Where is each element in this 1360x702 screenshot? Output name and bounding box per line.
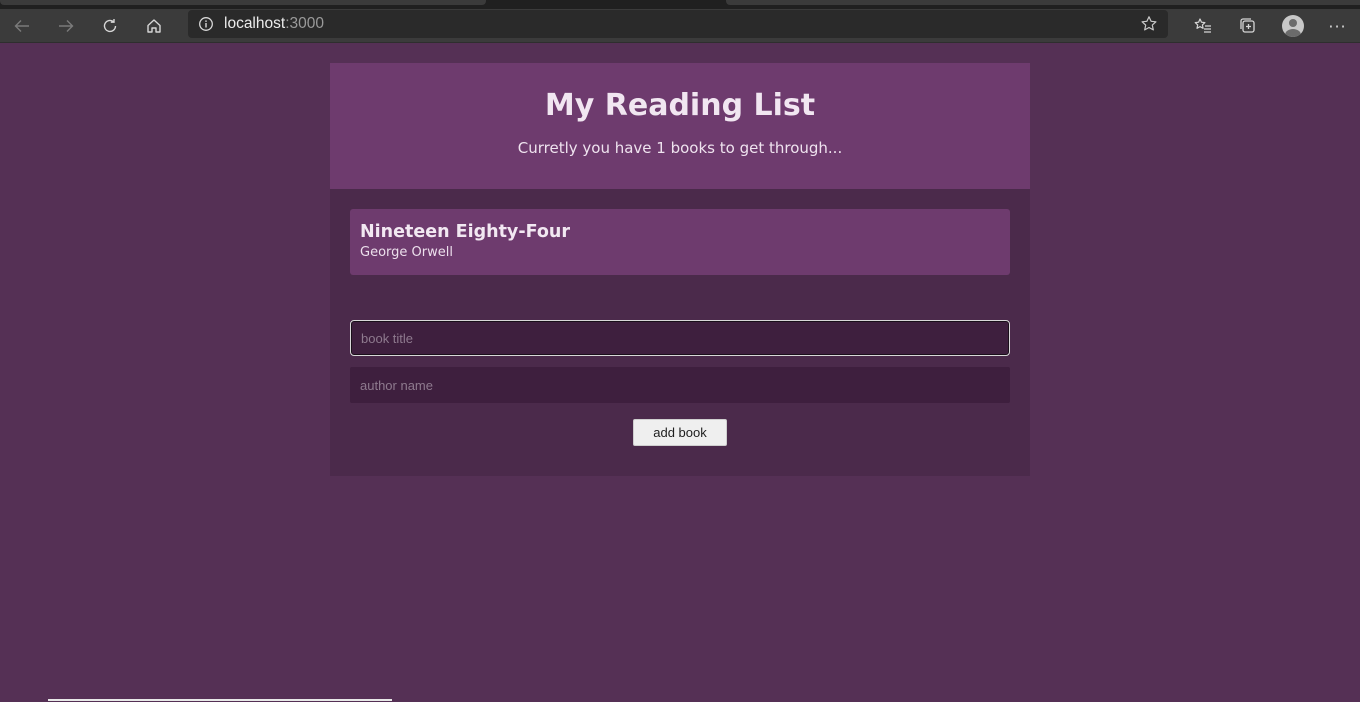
tab-left[interactable] — [0, 0, 486, 5]
book-list-item[interactable]: Nineteen Eighty-Four George Orwell — [350, 209, 1010, 275]
back-button[interactable] — [0, 9, 44, 43]
add-book-form: add book — [350, 320, 1010, 446]
collections-button[interactable] — [1225, 9, 1270, 43]
book-list-content: Nineteen Eighty-Four George Orwell add b… — [330, 189, 1030, 476]
page: My Reading List Curretly you have 1 book… — [0, 43, 1360, 701]
bottom-scroll-indicator — [48, 699, 392, 701]
book-title-input[interactable] — [350, 320, 1010, 356]
forward-arrow-icon — [59, 19, 74, 32]
browser-toolbar: localhost:3000 ··· — [0, 9, 1360, 43]
profile-button[interactable] — [1270, 9, 1315, 43]
refresh-button[interactable] — [88, 9, 132, 43]
url-host: localhost — [224, 15, 286, 32]
profile-avatar-icon — [1281, 15, 1304, 37]
back-arrow-icon — [14, 19, 29, 32]
add-book-button[interactable]: add book — [633, 419, 727, 446]
address-bar[interactable]: localhost:3000 — [188, 10, 1168, 38]
favorites-button[interactable] — [1180, 9, 1225, 43]
favorites-list-icon — [1194, 18, 1211, 33]
tab-strip — [0, 0, 1360, 9]
refresh-icon — [103, 18, 117, 32]
book-author: George Orwell — [360, 245, 453, 260]
home-button[interactable] — [132, 9, 176, 43]
book-count-subtitle: Curretly you have 1 books to get through… — [517, 139, 843, 157]
author-name-input[interactable] — [350, 367, 1010, 403]
form-actions: add book — [350, 419, 1010, 446]
browser-right-tools: ··· — [1180, 9, 1360, 43]
collections-icon — [1239, 18, 1255, 33]
forward-button[interactable] — [44, 9, 88, 43]
home-icon — [147, 18, 161, 33]
reading-list-app: My Reading List Curretly you have 1 book… — [330, 63, 1030, 476]
info-icon[interactable] — [188, 16, 224, 32]
book-title: Nineteen Eighty-Four — [360, 222, 570, 242]
page-title: My Reading List — [544, 88, 816, 123]
tab-right[interactable] — [726, 0, 1360, 5]
url-port: :3000 — [285, 15, 324, 32]
more-button[interactable]: ··· — [1315, 9, 1360, 43]
star-icon[interactable] — [1140, 15, 1158, 37]
app-header: My Reading List Curretly you have 1 book… — [330, 63, 1030, 189]
more-icon: ··· — [1328, 16, 1347, 36]
